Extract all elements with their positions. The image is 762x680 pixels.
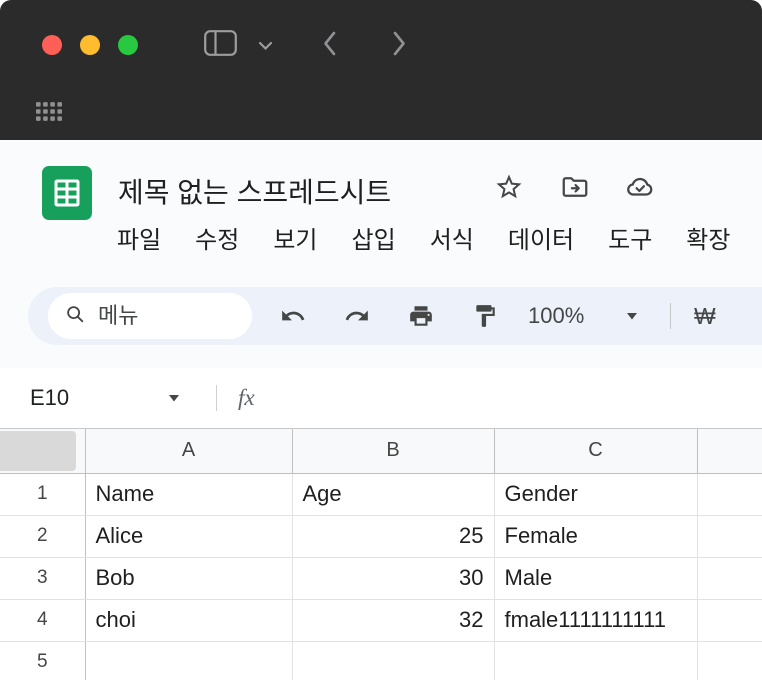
cell-c1[interactable]: Gender bbox=[494, 473, 698, 516]
formula-bar: E10 fx bbox=[0, 368, 762, 429]
chevron-right-icon bbox=[392, 31, 407, 60]
column-header-a[interactable]: A bbox=[85, 429, 293, 474]
name-box[interactable]: E10 bbox=[30, 368, 69, 428]
cell-b4[interactable]: 32 bbox=[292, 599, 495, 642]
spreadsheet-grid: A B C 1 Name Age Gender 2 Alice 25 Femal… bbox=[0, 429, 762, 680]
cell-a1[interactable]: Name bbox=[85, 473, 293, 516]
print-button[interactable] bbox=[408, 303, 434, 329]
column-header-b[interactable]: B bbox=[292, 429, 495, 474]
cell-d3[interactable] bbox=[697, 557, 762, 600]
name-box-caret-icon[interactable] bbox=[168, 395, 180, 402]
menu-data[interactable]: 데이터 bbox=[508, 220, 574, 255]
cell-b5[interactable] bbox=[292, 641, 495, 680]
cell-d5[interactable] bbox=[697, 641, 762, 680]
cell-b3[interactable]: 30 bbox=[292, 557, 495, 600]
window-titlebar bbox=[0, 0, 762, 140]
cell-a4[interactable]: choi bbox=[85, 599, 293, 642]
menu-insert[interactable]: 삽입 bbox=[352, 220, 396, 255]
sidebar-icon bbox=[204, 30, 237, 60]
cell-c4[interactable]: fmale1111111111 bbox=[494, 599, 698, 642]
row-header-4[interactable]: 4 bbox=[0, 599, 86, 642]
select-all-corner[interactable] bbox=[0, 429, 86, 474]
cell-c2[interactable]: Female bbox=[494, 515, 698, 558]
toolbar: 100% ₩ bbox=[28, 287, 762, 345]
sheets-header: 제목 없는 스프레드시트 파일 수정 보기 삽입 서식 데이터 도구 확장 메뉴… bbox=[0, 140, 762, 368]
app-grid-icon bbox=[36, 102, 62, 125]
menu-file[interactable]: 파일 bbox=[117, 220, 161, 255]
forward-button[interactable] bbox=[392, 31, 407, 56]
cloud-saved-icon bbox=[622, 177, 658, 206]
menu-extensions[interactable]: 확장 bbox=[686, 220, 730, 255]
folder-move-icon bbox=[558, 177, 592, 206]
row-header-5[interactable]: 5 bbox=[0, 641, 86, 680]
formula-bar-divider bbox=[216, 385, 217, 411]
minimize-window-button[interactable] bbox=[80, 35, 100, 55]
menu-format[interactable]: 서식 bbox=[430, 220, 474, 255]
menu-bar: 파일 수정 보기 삽입 서식 데이터 도구 확장 bbox=[117, 220, 730, 255]
paint-roller-icon bbox=[472, 305, 498, 333]
search-icon bbox=[64, 303, 86, 330]
cell-d4[interactable] bbox=[697, 599, 762, 642]
table-row: 2 Alice 25 Female bbox=[0, 515, 762, 558]
cell-b1[interactable]: Age bbox=[292, 473, 495, 516]
row-header-1[interactable]: 1 bbox=[0, 473, 86, 516]
chevron-left-icon bbox=[322, 31, 337, 60]
chevron-down-icon bbox=[258, 38, 273, 55]
zoom-dropdown-caret-icon[interactable] bbox=[626, 313, 638, 320]
toolbar-divider bbox=[670, 303, 671, 329]
cell-d1[interactable] bbox=[697, 473, 762, 516]
cell-a2[interactable]: Alice bbox=[85, 515, 293, 558]
sheets-logo-icon[interactable] bbox=[42, 166, 92, 220]
table-row: 5 bbox=[0, 641, 762, 680]
table-row: 1 Name Age Gender bbox=[0, 473, 762, 516]
sidebar-toggle-button[interactable] bbox=[204, 30, 237, 56]
table-row: 3 Bob 30 Male bbox=[0, 557, 762, 600]
cell-a5[interactable] bbox=[85, 641, 293, 680]
redo-icon bbox=[344, 310, 370, 333]
browser-window: 제목 없는 스프레드시트 파일 수정 보기 삽입 서식 데이터 도구 확장 메뉴… bbox=[0, 0, 762, 680]
menu-view[interactable]: 보기 bbox=[273, 220, 317, 255]
undo-button[interactable] bbox=[280, 303, 306, 329]
cell-b2[interactable]: 25 bbox=[292, 515, 495, 558]
menu-tools[interactable]: 도구 bbox=[608, 220, 652, 255]
star-button[interactable] bbox=[494, 172, 524, 202]
corner-shade bbox=[0, 431, 76, 471]
redo-button[interactable] bbox=[344, 303, 370, 329]
cell-a3[interactable]: Bob bbox=[85, 557, 293, 600]
close-window-button[interactable] bbox=[42, 35, 62, 55]
paint-format-button[interactable] bbox=[472, 303, 498, 329]
cell-d2[interactable] bbox=[697, 515, 762, 558]
cell-c5[interactable] bbox=[494, 641, 698, 680]
move-to-folder-button[interactable] bbox=[558, 172, 592, 202]
printer-icon bbox=[408, 306, 434, 333]
tab-menu-button[interactable] bbox=[258, 41, 273, 51]
undo-icon bbox=[280, 310, 306, 333]
tab-overview-button[interactable] bbox=[36, 102, 62, 121]
row-header-3[interactable]: 3 bbox=[0, 557, 86, 600]
column-header-d[interactable] bbox=[697, 429, 762, 474]
row-header-2[interactable]: 2 bbox=[0, 515, 86, 558]
document-title[interactable]: 제목 없는 스프레드시트 bbox=[118, 171, 391, 211]
menu-search-box[interactable] bbox=[48, 293, 252, 339]
menu-edit[interactable]: 수정 bbox=[195, 220, 239, 255]
star-icon bbox=[494, 174, 524, 206]
table-row: 4 choi 32 fmale1111111111 bbox=[0, 599, 762, 642]
zoom-window-button[interactable] bbox=[118, 35, 138, 55]
fx-label: fx bbox=[238, 385, 255, 410]
column-header-c[interactable]: C bbox=[494, 429, 698, 474]
currency-format-button[interactable]: ₩ bbox=[694, 287, 716, 345]
save-status-button[interactable] bbox=[622, 172, 658, 202]
search-input[interactable] bbox=[98, 303, 228, 329]
cell-c3[interactable]: Male bbox=[494, 557, 698, 600]
traffic-lights bbox=[42, 35, 138, 55]
zoom-select[interactable]: 100% bbox=[528, 287, 584, 345]
back-button[interactable] bbox=[322, 31, 337, 56]
